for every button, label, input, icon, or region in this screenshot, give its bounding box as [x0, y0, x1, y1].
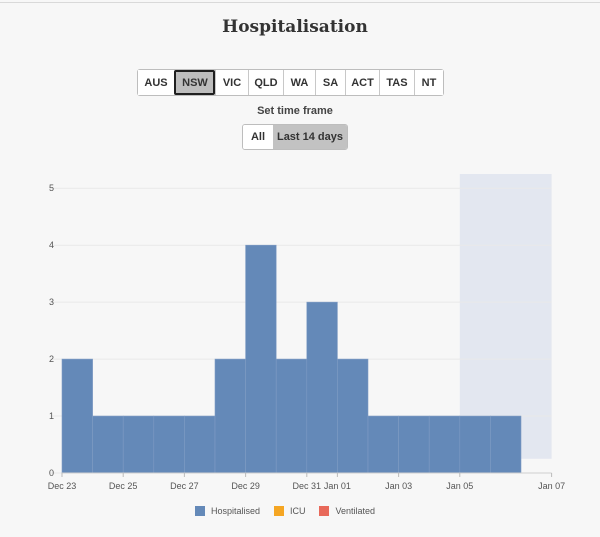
region-button-sa[interactable]: SA [315, 70, 345, 95]
bar-jan-02 [367, 415, 399, 474]
x-tick-label: Jan 07 [538, 481, 565, 491]
bar-dec-25 [122, 415, 155, 474]
legend-swatch [273, 506, 284, 516]
hospitalisation-chart: 012345Dec 23 Dec 25 Dec 27 Dec 29 Dec 31 Jan … [48, 174, 565, 491]
y-tick-label: 3 [49, 297, 54, 307]
timeframe-label: Set time frame [257, 105, 333, 117]
bar-dec-26 [153, 415, 185, 474]
region-selector: AUS NSW VIC QLD WA SA ACT TAS NT [137, 69, 444, 96]
chart-legend: Hospitalised ICU Ventilated [0, 506, 570, 516]
legend-item-ventilated[interactable]: Ventilated [319, 506, 375, 516]
x-tick-label: Jan 03 [385, 481, 412, 491]
region-button-vic[interactable]: VIC [215, 70, 248, 95]
y-tick-label: 4 [49, 240, 54, 250]
x-tick-label: Jan 05 [446, 481, 473, 491]
region-button-nt[interactable]: NT [414, 70, 443, 95]
region-button-nsw[interactable]: NSW [174, 70, 215, 95]
legend-item-hospitalised[interactable]: Hospitalised [194, 506, 260, 516]
y-tick-label: 0 [49, 468, 54, 478]
timeframe-selector: All Last 14 days [242, 124, 348, 150]
x-tick-label: Jan 01 [324, 481, 351, 491]
bar-jan-01 [337, 358, 369, 474]
timeframe-button-all[interactable]: All [243, 125, 273, 149]
bar-jan-04 [428, 415, 461, 474]
bar-dec-31 [306, 301, 338, 474]
bar-jan-03 [398, 415, 430, 474]
legend-label: Hospitalised [210, 506, 260, 516]
bar-dec-29 [245, 244, 277, 474]
timeframe-button-last-14-days[interactable]: Last 14 days [273, 125, 347, 149]
legend-label: ICU [289, 506, 306, 516]
region-button-wa[interactable]: WA [283, 70, 315, 95]
bar-jan-06 [490, 415, 522, 474]
bar-jan-05 [459, 415, 491, 474]
x-tick-label: Dec 29 [231, 481, 260, 491]
legend-item-icu[interactable]: ICU [273, 506, 306, 516]
bar-dec-23 [61, 358, 93, 474]
legend-swatch [194, 506, 205, 516]
bar-dec-24 [92, 415, 124, 474]
region-button-qld[interactable]: QLD [248, 70, 283, 95]
y-tick-label: 2 [49, 354, 54, 364]
x-tick-label: Dec 25 [109, 481, 138, 491]
page-title: Hospitalisation [222, 17, 368, 37]
region-button-act[interactable]: ACT [345, 70, 379, 95]
legend-label: Ventilated [335, 506, 376, 516]
region-button-aus[interactable]: AUS [138, 70, 174, 95]
bar-dec-30 [275, 358, 308, 474]
y-tick-label: 5 [49, 183, 54, 193]
bar-dec-28 [214, 358, 246, 474]
x-tick-label: Dec 23 [48, 481, 77, 491]
y-tick-label: 1 [49, 411, 54, 421]
x-tick-label: Dec 31 [293, 481, 322, 491]
bar-dec-27 [184, 415, 216, 474]
x-tick-label: Dec 27 [170, 481, 199, 491]
top-divider [0, 2, 600, 3]
region-button-tas[interactable]: TAS [379, 70, 414, 95]
legend-swatch [319, 506, 330, 516]
